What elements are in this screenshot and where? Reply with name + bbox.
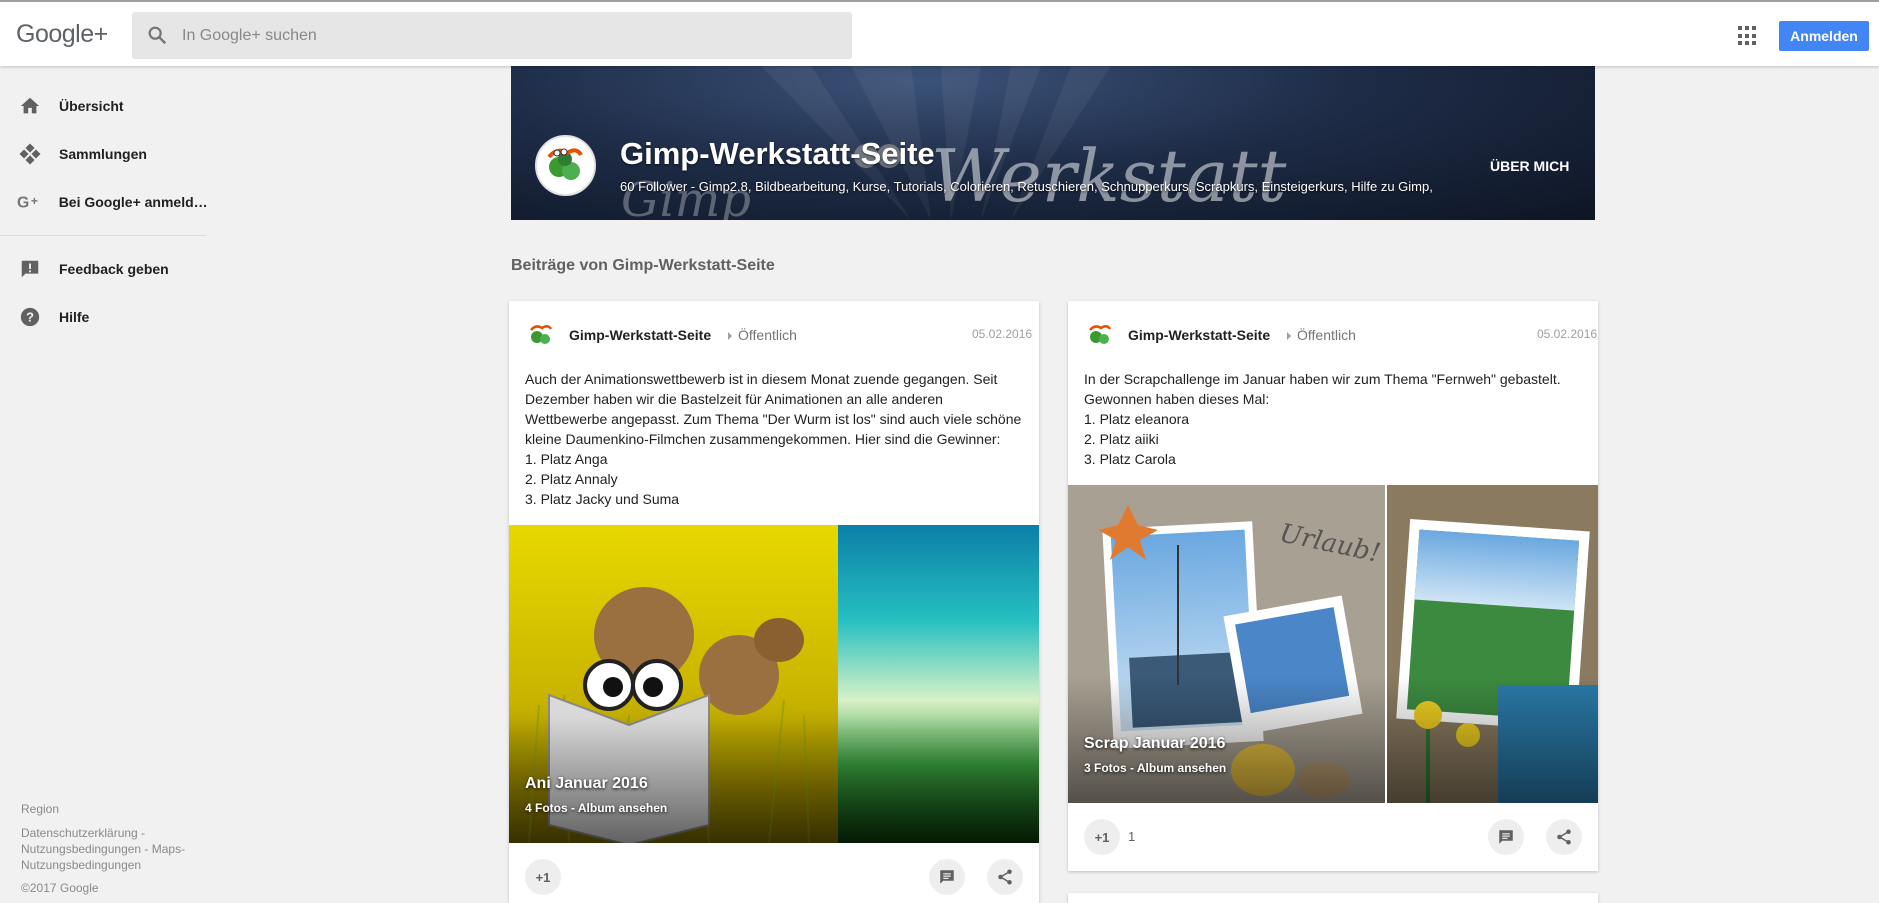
google-plus-icon: G + [16, 188, 44, 216]
post-text-line: Auch der Animationswettbewerb ist in die… [525, 371, 998, 387]
comment-icon [1499, 830, 1513, 844]
footer-terms-link[interactable]: Nutzungsbedingungen - Maps- [21, 841, 185, 857]
plus-one-label: +1 [1094, 829, 1110, 845]
post-text: In der Scrapchallenge im Januar haben wi… [1084, 369, 1561, 469]
post-text-line: 3. Platz Carola [1084, 451, 1176, 467]
album-title[interactable]: Scrap Januar 2016 [1084, 735, 1225, 753]
plus-one-count: 1 [1128, 829, 1136, 844]
sidebar-item-label: Übersicht [59, 98, 124, 114]
feedback-icon [16, 255, 44, 283]
post-author[interactable]: Gimp-Werkstatt-Seite [569, 327, 711, 343]
caret-right-icon [728, 332, 732, 340]
album-link[interactable]: 4 Fotos - Album ansehen [525, 801, 667, 815]
comment-icon [940, 870, 954, 884]
search-input[interactable] [182, 12, 832, 59]
post-visibility: Öffentlich [738, 327, 797, 343]
post-date[interactable]: 05.02.2016 [1537, 327, 1597, 341]
top-bar: Google+ Anmelden [0, 0, 1879, 66]
search-box[interactable] [132, 12, 852, 59]
share-icon [998, 869, 1012, 885]
sidebar-item-label: Sammlungen [59, 146, 147, 162]
post-author[interactable]: Gimp-Werkstatt-Seite [1128, 327, 1270, 343]
page-description: 60 Follower - Gimp2.8, Bildbearbeitung, … [620, 179, 1433, 194]
footer-region-link[interactable]: Region [21, 801, 59, 817]
sidebar-divider [0, 235, 206, 236]
share-button[interactable] [987, 859, 1023, 895]
album-link[interactable]: 3 Fotos - Album ansehen [1084, 761, 1226, 775]
signin-button[interactable]: Anmelden [1779, 21, 1869, 51]
search-icon[interactable] [146, 24, 168, 46]
posts-heading: Beiträge von Gimp-Werkstatt-Seite [511, 257, 775, 274]
footer-privacy-link[interactable]: Datenschutzerklärung - [21, 825, 145, 841]
post-text-line: Gewonnen haben dieses Mal: [1084, 391, 1270, 407]
post-visibility: Öffentlich [1297, 327, 1356, 343]
post-text-line: 1. Platz eleanora [1084, 411, 1190, 427]
comment-button[interactable] [1488, 819, 1524, 855]
post-text-line: 1. Platz Anga [525, 451, 608, 467]
cover-banner: Werkstatt Gimp Gimp-Werkstatt-Seite 60 F… [511, 66, 1595, 220]
svg-text:?: ? [26, 310, 34, 325]
post-text-line: 2. Platz Annaly [525, 471, 618, 487]
author-avatar[interactable] [1084, 319, 1116, 351]
svg-text:Werkstatt: Werkstatt [931, 134, 1288, 218]
svg-text:G: G [17, 195, 29, 212]
post-text: Auch der Animationswettbewerb ist in die… [525, 369, 1021, 509]
svg-text:+: + [31, 194, 38, 208]
album-preview[interactable]: Urlaub! Scrap Januar 2016 3 Fotos - Albu… [1068, 485, 1598, 803]
album-preview[interactable]: Ani Januar 2016 4 Fotos - Album ansehen [509, 525, 1039, 843]
footer-copyright: ©2017 Google [21, 881, 99, 895]
page-title: Gimp-Werkstatt-Seite [620, 136, 935, 171]
sidebar-item-overview[interactable]: Übersicht [0, 86, 206, 126]
author-avatar[interactable] [525, 319, 557, 351]
post-card: Gimp-Werkstatt-Seite Öffentlich 05.02.20… [1068, 301, 1598, 871]
plus-one-label: +1 [535, 869, 551, 885]
album-title[interactable]: Ani Januar 2016 [525, 775, 648, 793]
google-plus-logo[interactable]: Google+ [16, 20, 108, 49]
collections-icon [16, 140, 44, 168]
post-text-line: 3. Platz Jacky und Suma [525, 491, 680, 507]
post-header: Gimp-Werkstatt-Seite Öffentlich 05.02.20… [1084, 319, 1597, 351]
help-icon: ? [16, 303, 44, 331]
sidebar-item-help[interactable]: ? Hilfe [0, 297, 206, 337]
about-me-link[interactable]: ÜBER MICH [1490, 158, 1569, 174]
home-icon [16, 92, 44, 120]
post-card: Gimp-Werkstatt-Seite Öffentlich 05.02.20… [509, 301, 1039, 903]
sidebar-item-collections[interactable]: Sammlungen [0, 134, 206, 174]
post-text-line: In der Scrapchallenge im Januar haben wi… [1084, 371, 1561, 387]
post-text-line: Wettbewerbe angepasst. Zum Thema "Der Wu… [525, 411, 1022, 427]
share-icon [1557, 829, 1571, 845]
post-card-next [1068, 893, 1598, 903]
album-image: Urlaub! [1068, 485, 1598, 803]
plus-one-button[interactable]: +1 [1084, 819, 1120, 855]
album-image [509, 525, 1039, 843]
plus-one-button[interactable]: +1 [525, 859, 561, 895]
sidebar-item-label: Feedback geben [59, 261, 169, 277]
apps-grid-icon[interactable] [1738, 26, 1758, 46]
comment-button[interactable] [929, 859, 965, 895]
sidebar-item-label: Bei Google+ anmeld… [58, 194, 206, 210]
post-text-line: kleine Daumenkino-Filmchen zusammengekom… [525, 431, 1001, 447]
footer-maps-terms-link[interactable]: Nutzungsbedingungen [21, 857, 141, 873]
post-date[interactable]: 05.02.2016 [972, 327, 1032, 341]
post-text-line: 2. Platz aiiki [1084, 431, 1159, 447]
post-text-line: Dezember haben wir die Bastelzeit für An… [525, 391, 943, 407]
caret-right-icon [1287, 332, 1291, 340]
sidebar-item-google-signin[interactable]: G + Bei Google+ anmeld… [0, 182, 206, 222]
sidebar-item-label: Hilfe [59, 309, 90, 325]
page-avatar[interactable] [535, 135, 596, 196]
sidebar-item-feedback[interactable]: Feedback geben [0, 249, 206, 289]
share-button[interactable] [1546, 819, 1582, 855]
post-header: Gimp-Werkstatt-Seite Öffentlich 05.02.20… [525, 319, 1032, 351]
sidebar: Übersicht Sammlungen G + Bei Google+ anm… [0, 66, 206, 903]
